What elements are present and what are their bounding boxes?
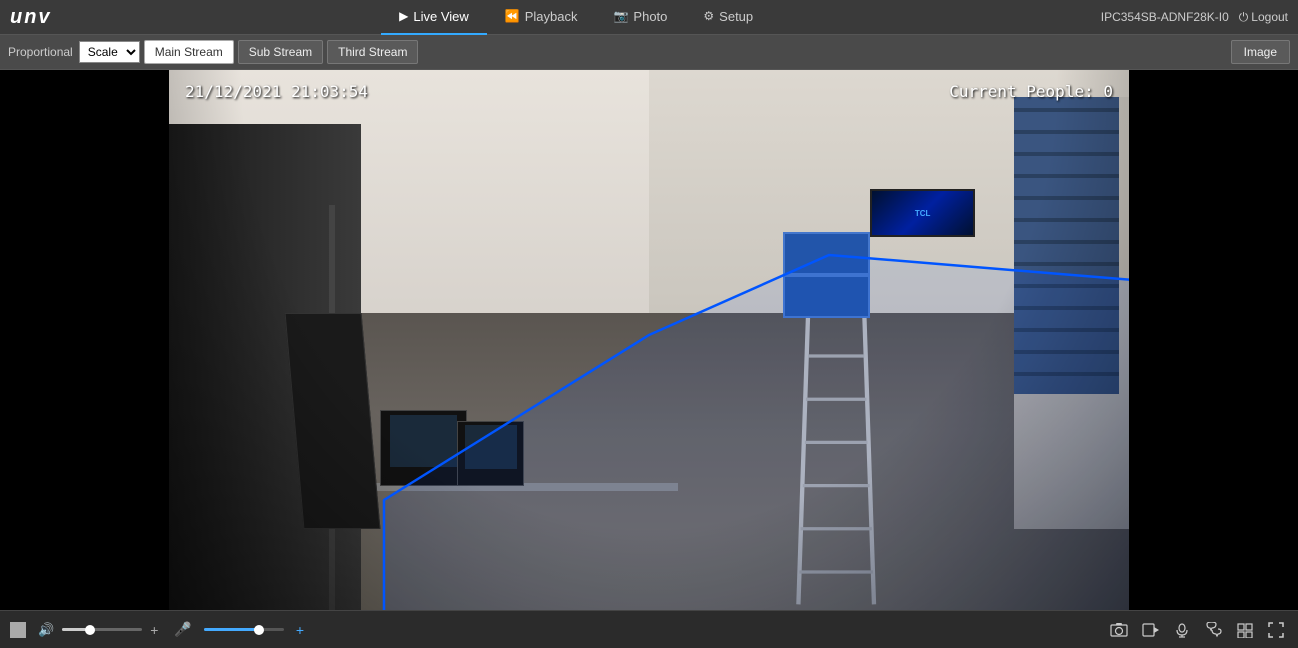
people-counter-label: Current People: xyxy=(949,82,1094,101)
main-video-area: TCL xyxy=(0,70,1298,610)
device-id: IPC354SB-ADNF28K-I0 xyxy=(1101,10,1229,24)
record-button[interactable] xyxy=(1138,621,1164,639)
left-black-panel xyxy=(0,70,169,610)
nav-live-view-label: Live View xyxy=(413,9,468,24)
proportion-label: Proportional xyxy=(8,45,73,59)
detection-polygon xyxy=(169,70,1129,610)
top-right: IPC354SB-ADNF28K-I0 ⏻ Logout xyxy=(1101,10,1288,25)
topbar: unv ▶ Live View ⏪ Playback 📷 Photo ⚙ Set… xyxy=(0,0,1298,35)
scale-select[interactable]: Scale Full Fit xyxy=(79,41,140,63)
talk-button[interactable] xyxy=(1200,620,1226,640)
streambar: Proportional Scale Full Fit Main Stream … xyxy=(0,35,1298,70)
snapshot-button[interactable] xyxy=(1106,620,1132,640)
video-timestamp: 21/12/2021 21:03:54 xyxy=(185,82,368,101)
volume-plus-icon[interactable]: + xyxy=(146,620,162,640)
people-counter: Current People: 0 xyxy=(949,82,1113,101)
volume-thumb[interactable] xyxy=(85,625,95,635)
blue-slider-fill xyxy=(204,628,256,631)
nav-playback-label: Playback xyxy=(525,9,578,24)
third-stream-button[interactable]: Third Stream xyxy=(327,40,418,64)
photo-icon: 📷 xyxy=(613,9,628,23)
nav-photo[interactable]: 📷 Photo xyxy=(595,0,685,35)
volume-icon[interactable]: 🔊 xyxy=(34,620,58,640)
stop-button[interactable] xyxy=(10,622,26,638)
local-decode-button[interactable] xyxy=(1232,620,1258,640)
blue-slider-plus[interactable]: + xyxy=(292,620,308,640)
volume-area: 🔊 + xyxy=(34,620,162,640)
people-counter-value: 0 xyxy=(1103,82,1113,101)
volume-slider[interactable] xyxy=(62,628,142,631)
main-stream-button[interactable]: Main Stream xyxy=(144,40,234,64)
right-controls xyxy=(1106,620,1288,640)
live-view-icon: ▶ xyxy=(399,9,408,23)
controls-bar: 🔊 + 🎤 + xyxy=(0,610,1298,648)
logout-icon: ⏻ xyxy=(1239,10,1249,25)
playback-icon: ⏪ xyxy=(505,9,520,23)
logo-brand: unv xyxy=(10,6,52,29)
blue-slider[interactable] xyxy=(204,628,284,631)
nav-links: ▶ Live View ⏪ Playback 📷 Photo ⚙ Setup xyxy=(52,0,1101,35)
audio-button[interactable] xyxy=(1170,620,1194,640)
blue-slider-thumb[interactable] xyxy=(254,625,264,635)
nav-setup[interactable]: ⚙ Setup xyxy=(685,0,771,35)
nav-setup-label: Setup xyxy=(719,9,753,24)
right-black-panel xyxy=(1129,70,1298,610)
video-feed: TCL xyxy=(169,70,1129,610)
nav-live-view[interactable]: ▶ Live View xyxy=(381,0,487,35)
nav-playback[interactable]: ⏪ Playback xyxy=(487,0,596,35)
nav-photo-label: Photo xyxy=(633,9,667,24)
volume-fill xyxy=(62,628,86,631)
mic-icon[interactable]: 🎤 xyxy=(170,619,195,640)
fullscreen-button[interactable] xyxy=(1264,620,1288,640)
logout-button[interactable]: ⏻ Logout xyxy=(1239,10,1288,25)
logout-label: Logout xyxy=(1251,10,1288,24)
setup-icon: ⚙ xyxy=(703,9,714,23)
sub-stream-button[interactable]: Sub Stream xyxy=(238,40,323,64)
image-button[interactable]: Image xyxy=(1231,40,1290,64)
